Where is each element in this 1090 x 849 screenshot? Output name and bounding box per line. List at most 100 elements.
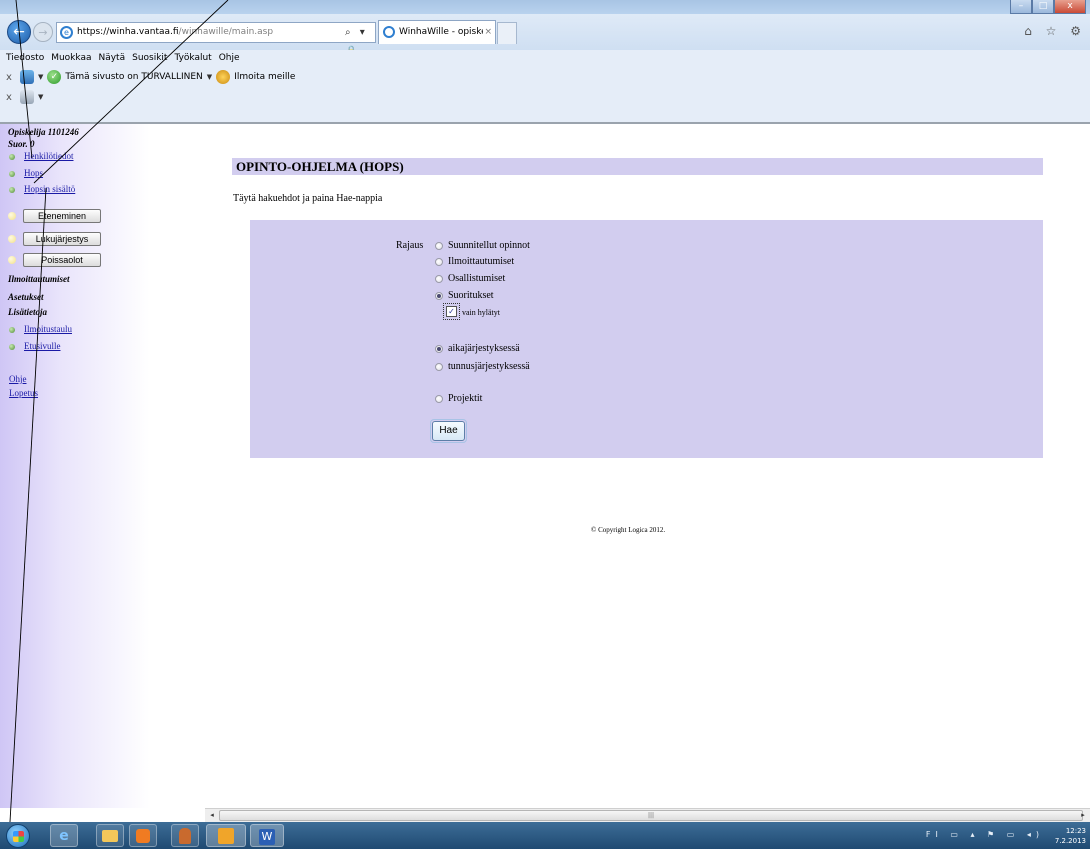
bullet-icon [8, 212, 16, 220]
clock-date: 7.2.2013 [1054, 837, 1086, 845]
instruction-text: Täytä hakuehdot ja paina Hae-nappia [233, 193, 383, 204]
bullet-icon [9, 344, 15, 350]
chevron-down-icon[interactable]: ▼ [38, 93, 43, 101]
bullet-icon [8, 256, 16, 264]
timetable-button[interactable]: Lukujärjestys [23, 232, 101, 246]
scroll-thumb[interactable]: ||| [219, 810, 1083, 821]
search-form-panel: Rajaus Suunnitellut opinnot Ilmoittautum… [250, 220, 1043, 458]
credits: Suor. 0 [8, 139, 35, 149]
section-more-info: Lisätietoja [8, 307, 47, 317]
only-rejected-label: vain hylätyt [462, 308, 500, 317]
section-settings[interactable]: Asetukset [8, 292, 44, 302]
window-controls: – □ x [1010, 0, 1086, 14]
radio-by-code[interactable] [435, 363, 443, 371]
bullet-icon [8, 235, 16, 243]
radio-label-projects: Projektit [448, 393, 483, 404]
menu-file[interactable]: Tiedosto [6, 50, 44, 66]
forward-button[interactable]: → [33, 22, 53, 42]
system-tray-icons[interactable]: FI ▭ ▴ ⚑ ▭ ◂) [926, 830, 1044, 839]
radio-label-registrations: Ilmoittautumiset [448, 256, 515, 267]
taskbar-clock[interactable]: 12:23 7.2.2013 [1055, 826, 1086, 846]
tab-close-icon[interactable]: × [484, 21, 492, 43]
absences-button[interactable]: Poissaolot [23, 253, 101, 267]
address-url: https://winha.vantaa.fi/winhawille/main.… [77, 23, 273, 42]
student-number: Opiskelija 1101246 [8, 127, 79, 137]
radio-label-planned: Suunnitellut opinnot [448, 240, 530, 251]
link-personal-info[interactable]: Henkilötiedot [24, 151, 74, 161]
command-bar: x ▼ ✓ Tämä sivusto on TURVALLINEN ▼ Ilmo… [0, 66, 1090, 104]
link-notice-board[interactable]: Ilmoitustaulu [24, 324, 72, 334]
horizontal-scrollbar[interactable]: ◂ ||| ▸ [205, 808, 1090, 822]
secure-check-icon: ✓ [47, 70, 62, 84]
tab-ie-icon [383, 26, 395, 38]
radio-chronological[interactable] [435, 345, 443, 353]
radio-registrations[interactable] [435, 258, 443, 266]
window-title-bar: – □ x [0, 0, 1090, 14]
new-tab-button[interactable] [497, 22, 517, 44]
menu-help[interactable]: Ohje [219, 50, 240, 66]
menu-view[interactable]: Näytä [98, 50, 125, 66]
word-taskbar-icon[interactable]: W [250, 824, 284, 847]
scroll-right-arrow[interactable]: ▸ [1077, 810, 1089, 821]
radio-label-by-code: tunnusjärjestyksessä [448, 361, 530, 372]
radio-projects[interactable] [435, 395, 443, 403]
bullet-icon [9, 327, 15, 333]
link-hops-content[interactable]: Hopsin sisältö [24, 184, 75, 194]
address-path: /winhawille/main.asp [178, 27, 274, 37]
toolbar-app-icon[interactable] [20, 70, 34, 84]
progress-button[interactable]: Eteneminen [23, 209, 101, 223]
maximize-button[interactable]: □ [1032, 0, 1054, 14]
app-taskbar-icon[interactable] [171, 824, 199, 847]
tab-label: WinhaWille - opiskelijasivut... [399, 27, 483, 37]
menu-tools[interactable]: Työkalut [174, 50, 211, 66]
menu-edit[interactable]: Muokkaa [51, 50, 91, 66]
media-player-taskbar-icon[interactable] [129, 824, 157, 847]
command-bar-filler [0, 104, 1090, 122]
close-toolbar-icon[interactable]: x [6, 72, 16, 83]
address-host: https://winha.vantaa.fi [77, 27, 179, 37]
link-front-page[interactable]: Etusivulle [24, 341, 61, 351]
bullet-icon [9, 171, 15, 177]
scroll-left-arrow[interactable]: ◂ [206, 810, 218, 821]
menu-favorites[interactable]: Suosikit [132, 50, 167, 66]
toolbar-row-security: x ▼ ✓ Tämä sivusto on TURVALLINEN ▼ Ilmo… [0, 68, 295, 86]
report-people-icon [216, 70, 231, 84]
explorer-taskbar-icon[interactable] [96, 824, 124, 847]
start-button[interactable] [6, 824, 30, 848]
copyright-text: © Copyright Logica 2012. [591, 526, 666, 534]
chevron-down-icon[interactable]: ▼ [207, 73, 212, 81]
secure-site-text[interactable]: Tämä sivusto on TURVALLINEN [65, 72, 202, 82]
link-logout[interactable]: Lopetus [9, 388, 38, 398]
toolbar-page-icon[interactable] [20, 90, 34, 104]
outlook-taskbar-icon[interactable] [206, 824, 246, 847]
link-help[interactable]: Ohje [9, 374, 27, 384]
browser-navigation-bar: ← → e https://winha.vantaa.fi/winhawille… [0, 14, 1090, 76]
left-navigation-frame: Opiskelija 1101246 Suor. 0 Henkilötiedot… [0, 124, 205, 808]
close-window-button[interactable]: x [1054, 0, 1086, 14]
bullet-icon [9, 187, 15, 193]
report-link[interactable]: Ilmoita meille [234, 72, 295, 82]
address-bar[interactable]: e https://winha.vantaa.fi/winhawille/mai… [56, 22, 376, 76]
radio-planned-studies[interactable] [435, 242, 443, 250]
link-hops[interactable]: Hops [24, 168, 43, 178]
windows-taskbar: e W FI ▭ ▴ ⚑ ▭ ◂) 12:23 7.2.2013 [0, 822, 1090, 849]
minimize-button[interactable]: – [1010, 0, 1032, 14]
home-favorites-tools-icons[interactable]: ⌂ ☆ ⚙ [1024, 24, 1086, 38]
ie-page-icon: e [60, 26, 73, 39]
bullet-icon [9, 154, 15, 160]
only-rejected-checkbox[interactable]: ✓ [446, 306, 457, 317]
ie-taskbar-icon[interactable]: e [50, 824, 78, 847]
menu-bar: Tiedosto Muokkaa Näytä Suosikit Työkalut… [0, 50, 1090, 66]
section-registrations[interactable]: Ilmoittautumiset [8, 274, 70, 284]
browser-tab[interactable]: WinhaWille - opiskelijasivut... × [378, 20, 496, 44]
search-button[interactable]: Hae [430, 419, 467, 443]
back-button[interactable]: ← [7, 20, 31, 44]
radio-participations[interactable] [435, 275, 443, 283]
radio-label-participations: Osallistumiset [448, 273, 506, 284]
rajaus-label: Rajaus [396, 240, 424, 251]
clock-time: 12:23 [1065, 827, 1086, 835]
radio-completions[interactable] [435, 292, 443, 300]
close-toolbar-icon[interactable]: x [6, 92, 16, 103]
page-title: OPINTO-OHJELMA (HOPS) [232, 158, 1043, 175]
chevron-down-icon[interactable]: ▼ [38, 73, 43, 81]
